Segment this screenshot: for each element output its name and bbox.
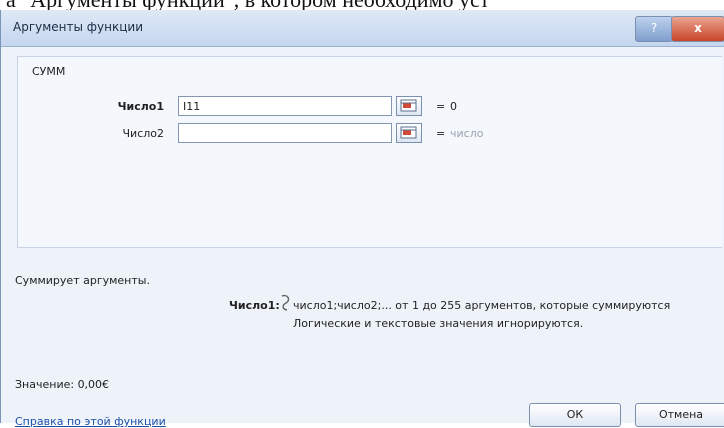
arg2-equals: = [436,127,446,140]
function-description: Суммирует аргументы. [15,274,150,287]
formula-value: Значение: 0,00€ [15,378,110,391]
cancel-button[interactable]: Отмена [635,403,724,427]
function-arguments-dialog: Аргументы функции ? x СУММ Число1 I11 = … [0,10,724,428]
arg1-equals: = [436,100,446,113]
arg-help-note: Логические и текстовые значения игнориру… [293,317,584,330]
range-select-icon [400,126,417,139]
function-help-link[interactable]: Справка по этой функции [15,415,166,428]
arg1-input[interactable]: I11 [178,96,392,116]
function-name: СУММ [32,65,66,78]
range-select-icon [400,99,417,112]
mouse-cursor-icon [281,294,290,311]
arg1-label: Число1 [117,100,164,113]
help-button[interactable]: ? [635,16,673,42]
ok-button[interactable]: ОК [529,403,621,427]
arguments-group: СУММ Число1 I11 = 0 Число2 = число [17,56,722,248]
arg1-collapse-button[interactable] [396,96,422,116]
dialog-title: Аргументы функции [13,20,144,34]
arg2-label: Число2 [122,127,165,140]
title-bar[interactable]: Аргументы функции ? x [1,10,724,47]
close-button[interactable]: x [671,16,724,42]
arg-help-text: число1;число2;... от 1 до 255 аргументов… [293,299,671,312]
arg2-result: число [450,127,484,140]
arg-help-name: Число1: [229,299,280,312]
arg1-result: 0 [450,100,457,113]
arg2-collapse-button[interactable] [396,123,422,143]
arg2-input[interactable] [178,123,392,143]
